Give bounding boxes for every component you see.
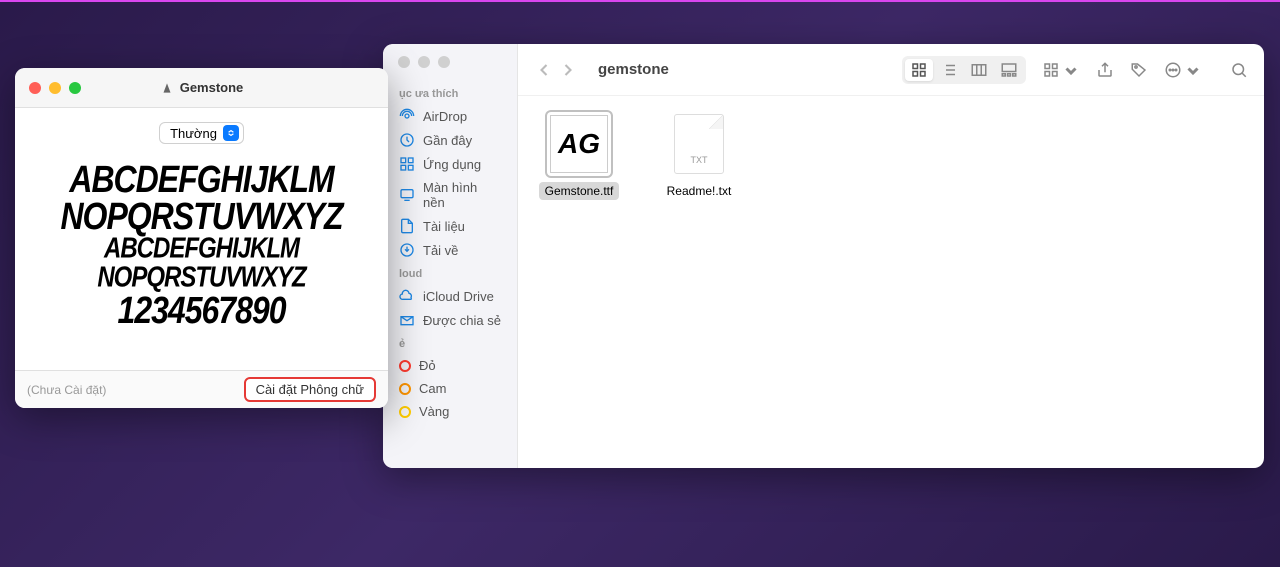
preview-line: 1234567890	[60, 290, 342, 332]
style-select[interactable]: Thường	[159, 122, 244, 144]
title-text: Gemstone	[180, 80, 244, 95]
sidebar-item-desktop[interactable]: Màn hình nền	[383, 176, 517, 214]
airdrop-icon	[399, 108, 415, 124]
finder-title: gemstone	[598, 61, 892, 78]
tag-icon[interactable]	[1130, 61, 1148, 79]
tag-dot-icon	[399, 383, 411, 395]
tag-dot-icon	[399, 360, 411, 372]
desktop-icon	[399, 187, 415, 203]
finder-main: gemstone	[518, 44, 1264, 468]
back-icon[interactable]	[534, 60, 554, 80]
sidebar-item-label: Được chia sẻ	[423, 313, 501, 328]
fontbook-body: Thường ABCDEFGHIJKLM NOPQRSTUVWXYZ ABCDE…	[15, 108, 388, 370]
view-gallery-button[interactable]	[995, 59, 1023, 81]
cloud-icon	[399, 288, 415, 304]
sidebar-item-label: Cam	[419, 381, 446, 396]
sidebar-item-icloud-drive[interactable]: iCloud Drive	[383, 284, 517, 308]
toolbar-tools	[902, 56, 1248, 84]
document-icon	[399, 218, 415, 234]
view-mode-group	[902, 56, 1026, 84]
install-status: (Chưa Cài đặt)	[27, 383, 106, 397]
sidebar-item-applications[interactable]: Ứng dụng	[383, 152, 517, 176]
columns-icon	[970, 61, 988, 79]
group-icon	[1042, 61, 1060, 79]
sidebar-section-icloud: loud	[383, 262, 517, 284]
gallery-icon	[1000, 61, 1018, 79]
clock-icon	[399, 132, 415, 148]
sidebar-item-label: AirDrop	[423, 109, 467, 124]
font-glyph-icon: AG	[550, 115, 608, 173]
more-button[interactable]	[1164, 61, 1202, 79]
more-icon	[1164, 61, 1182, 79]
sidebar-item-recents[interactable]: Gần đây	[383, 128, 517, 152]
sidebar-tag-orange[interactable]: Cam	[383, 377, 517, 400]
forward-icon[interactable]	[558, 60, 578, 80]
view-columns-button[interactable]	[965, 59, 993, 81]
sidebar-item-downloads[interactable]: Tải về	[383, 238, 517, 262]
download-icon	[399, 242, 415, 258]
sidebar-item-label: Đỏ	[419, 358, 436, 373]
sidebar-item-label: iCloud Drive	[423, 289, 494, 304]
chevron-down-icon	[1062, 61, 1080, 79]
sidebar-tag-red[interactable]: Đỏ	[383, 354, 517, 377]
sidebar-item-label: Màn hình nền	[423, 180, 501, 210]
font-app-icon	[160, 81, 174, 95]
apps-icon	[399, 156, 415, 172]
sidebar-item-label: Vàng	[419, 404, 449, 419]
file-item[interactable]: TXT Readme!.txt	[654, 112, 744, 200]
txt-icon: TXT	[674, 114, 724, 174]
list-icon	[940, 61, 958, 79]
shared-icon	[399, 312, 415, 328]
window-title: Gemstone	[15, 80, 388, 95]
sidebar-item-label: Tài liệu	[423, 219, 465, 234]
tag-dot-icon	[399, 406, 411, 418]
install-font-button[interactable]: Cài đặt Phông chữ	[244, 377, 376, 402]
sidebar-section-favorites: ục ưa thích	[383, 82, 517, 104]
chevron-down-icon	[1184, 61, 1202, 79]
sidebar-section-tags: ẻ	[383, 332, 517, 354]
select-chevron-icon	[223, 125, 239, 141]
nav-buttons	[534, 60, 578, 80]
close-button[interactable]	[398, 56, 410, 68]
font-preview: ABCDEFGHIJKLM NOPQRSTUVWXYZ ABCDEFGHIJKL…	[60, 162, 342, 330]
fontbook-window: Gemstone Thường ABCDEFGHIJKLM NOPQRSTUVW…	[15, 68, 388, 408]
finder-content: AG Gemstone.ttf TXT Readme!.txt	[518, 96, 1264, 468]
minimize-button[interactable]	[418, 56, 430, 68]
style-selected-label: Thường	[170, 126, 217, 141]
font-file-icon: AG	[547, 112, 611, 176]
sidebar-item-label: Ứng dụng	[423, 157, 481, 172]
sidebar-item-airdrop[interactable]: AirDrop	[383, 104, 517, 128]
grid-icon	[910, 61, 928, 79]
finder-sidebar: ục ưa thích AirDrop Gần đây Ứng dụng Màn…	[383, 44, 518, 468]
search-icon[interactable]	[1230, 61, 1248, 79]
maximize-button[interactable]	[438, 56, 450, 68]
sidebar-tag-yellow[interactable]: Vàng	[383, 400, 517, 423]
file-name: Readme!.txt	[661, 182, 738, 200]
finder-toolbar: gemstone	[518, 44, 1264, 96]
view-icons-button[interactable]	[905, 59, 933, 81]
fontbook-footer: (Chưa Cài đặt) Cài đặt Phông chữ	[15, 370, 388, 408]
group-button[interactable]	[1042, 61, 1080, 79]
share-icon[interactable]	[1096, 61, 1114, 79]
txt-file-icon: TXT	[667, 112, 731, 176]
file-name: Gemstone.ttf	[539, 182, 620, 200]
traffic-lights	[398, 56, 517, 68]
file-item[interactable]: AG Gemstone.ttf	[534, 112, 624, 200]
finder-window: ục ưa thích AirDrop Gần đây Ứng dụng Màn…	[383, 44, 1264, 468]
fontbook-titlebar: Gemstone	[15, 68, 388, 108]
sidebar-item-shared[interactable]: Được chia sẻ	[383, 308, 517, 332]
sidebar-item-label: Gần đây	[423, 133, 472, 148]
sidebar-item-label: Tải về	[423, 243, 458, 258]
sidebar-item-documents[interactable]: Tài liệu	[383, 214, 517, 238]
view-list-button[interactable]	[935, 59, 963, 81]
